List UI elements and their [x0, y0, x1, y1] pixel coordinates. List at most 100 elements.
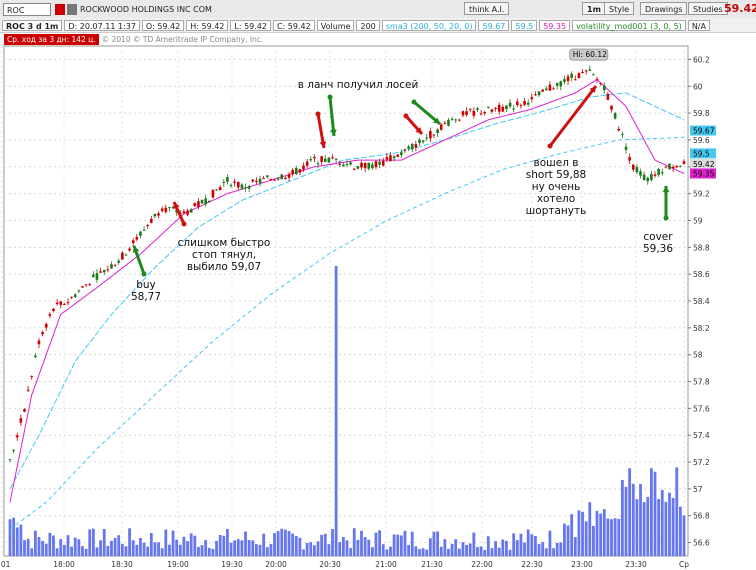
volume-bar — [403, 530, 407, 556]
candle-body — [660, 172, 664, 174]
candle-body — [545, 88, 548, 91]
volume-bar — [226, 528, 229, 556]
sma-v2: 59.5 — [511, 19, 538, 31]
color-icon[interactable] — [67, 3, 77, 15]
arrow-head — [589, 86, 596, 93]
price-chart[interactable]: 60.2 60 59.8 59.6 59.4 59.2 59 58.8 58.6 58.4 58.2… — [0, 0, 756, 570]
candle-body — [490, 109, 494, 112]
volume-bar — [410, 531, 414, 556]
notice-bar: Ср. ход за 3 дн: 142 ц. © 2010 © TD Amer… — [0, 33, 756, 45]
symbol-input[interactable]: ROC — [3, 2, 51, 16]
volatility-study[interactable]: volatility_mod001 (3, 0, 5) — [572, 19, 686, 31]
drawings-button[interactable]: Drawings — [640, 2, 688, 15]
volume-bar — [247, 540, 251, 556]
candle-body — [682, 161, 686, 164]
volume-bar — [563, 523, 566, 556]
candle-body — [121, 252, 124, 260]
volume-bar — [599, 513, 603, 556]
candle-body — [316, 163, 320, 165]
volume-bar — [262, 533, 266, 556]
volume-bar — [120, 543, 124, 556]
annotation-short: шортануть — [526, 205, 587, 217]
candle-body — [313, 157, 316, 159]
candle-body — [164, 207, 168, 213]
candle-body — [262, 178, 265, 180]
arrow-dot — [411, 99, 417, 105]
candle-body — [124, 254, 128, 256]
volume-bar — [399, 535, 403, 556]
think-ai-button[interactable]: think A.I. — [464, 2, 510, 15]
candle-body — [15, 435, 19, 438]
volume-bar — [617, 518, 621, 556]
volume-bar — [236, 539, 240, 556]
candle-body — [494, 107, 497, 109]
style-button[interactable]: Style — [604, 2, 635, 15]
candle-body — [23, 409, 26, 412]
candle-body — [157, 213, 160, 216]
volume-bar — [664, 501, 668, 556]
arrow-head — [132, 246, 140, 253]
time-tick-label: 20:30 — [319, 560, 341, 569]
arrow-shaft — [548, 85, 598, 147]
candle-body — [298, 169, 302, 173]
candle-body — [70, 296, 73, 298]
volume-bar — [305, 542, 309, 556]
axis-tick-label: 58.4 — [693, 297, 710, 306]
volume-bar — [142, 542, 146, 556]
volume-bar — [537, 544, 541, 556]
volume-bar — [8, 519, 12, 556]
candle-body — [160, 208, 164, 211]
lunch-green-arrow — [327, 94, 337, 137]
sma-study[interactable]: sma3 (200, 50, 20, 0) — [381, 19, 477, 31]
candle-body — [389, 155, 392, 162]
candle-body — [255, 180, 258, 182]
volume-bar — [131, 540, 135, 556]
time-axis: 0:01 18:00 18:30 19:00 19:30 20:00 20:30 21:00 2… — [0, 560, 689, 569]
candle-body — [244, 187, 247, 189]
time-tick-label: 20:00 — [265, 560, 287, 569]
candle-body — [302, 165, 305, 170]
plot-area — [3, 45, 689, 557]
time-tick-label: 18:30 — [111, 560, 133, 569]
link-icon[interactable] — [55, 3, 65, 15]
studies-button[interactable]: Studies — [688, 2, 728, 15]
volume-bar — [505, 540, 508, 556]
period-button[interactable]: 1m — [582, 2, 606, 15]
volume-bar — [222, 535, 226, 556]
arrow-head — [415, 127, 422, 134]
volume-bar — [265, 547, 269, 556]
volume-bar — [70, 546, 74, 556]
candle-body — [559, 81, 563, 87]
candle-body — [403, 149, 407, 151]
candle-body — [573, 79, 577, 81]
candle-body — [367, 162, 371, 169]
volume-bar — [62, 544, 66, 556]
candle-body — [142, 229, 146, 231]
axis-tick-label: 59.4 — [693, 163, 710, 172]
candle-body — [414, 144, 418, 148]
volume-bar — [439, 546, 443, 556]
candle-body — [363, 162, 367, 169]
candle-body — [41, 331, 44, 335]
candle-body — [566, 76, 570, 82]
sma-slow-line — [9, 136, 685, 530]
candle-body — [352, 168, 356, 170]
volume-bar — [331, 528, 334, 556]
volume-bar — [414, 546, 418, 556]
candle-body — [171, 206, 175, 209]
candle-body — [208, 200, 211, 202]
axis-tick-label: 58.6 — [693, 270, 710, 279]
price-axis: 60.2 60 59.8 59.6 59.4 59.2 59 58.8 58.6 58.4 58.2… — [688, 55, 716, 548]
volume-bar — [91, 528, 95, 556]
axis-tick-label: 59 — [693, 216, 703, 225]
candle-body — [55, 302, 59, 304]
volume-bar — [367, 539, 371, 556]
arrow-head — [662, 186, 670, 193]
volume-bar — [298, 537, 302, 556]
volume-bar — [73, 537, 77, 556]
axis-tick-label: 57.8 — [693, 378, 710, 387]
volume-bar — [370, 547, 374, 556]
axis-tick-label: 58 — [693, 351, 703, 360]
grid — [1, 45, 689, 557]
candle-body — [19, 418, 23, 423]
